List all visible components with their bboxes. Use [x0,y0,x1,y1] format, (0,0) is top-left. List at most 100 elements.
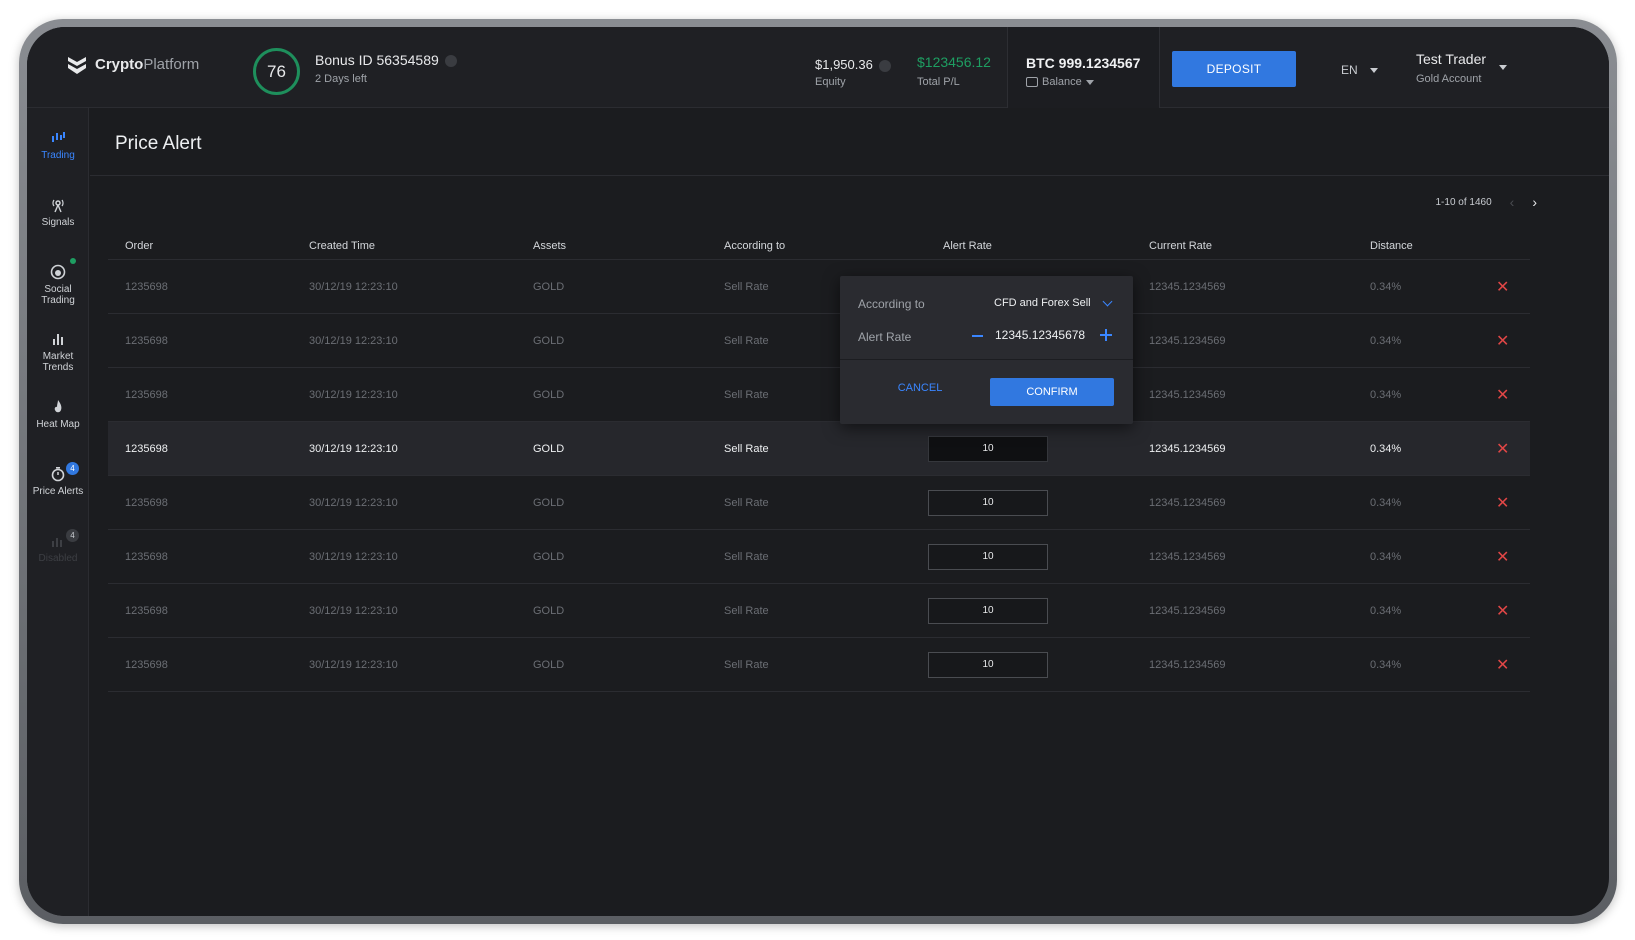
balance-selector[interactable]: BTC 999.1234567 Balance [1007,27,1160,108]
cancel-button[interactable]: CANCEL [880,382,960,394]
delete-icon[interactable]: ✕ [1496,655,1509,675]
delete-icon[interactable]: ✕ [1496,547,1509,567]
stopwatch-icon [51,467,65,482]
sidebar-item-market-trends[interactable]: Market Trends [27,331,89,373]
asset: GOLD [533,658,565,671]
according-to: Sell Rate [724,442,769,455]
created-time: 30/12/19 12:23:10 [309,550,398,563]
asset: GOLD [533,280,565,293]
user-menu-chevron-icon[interactable] [1499,65,1507,70]
current-rate: 12345.1234569 [1149,334,1226,347]
alert-rate-field[interactable]: 10 [928,597,1048,624]
logo-icon [68,57,86,74]
alert-rate-input[interactable]: 12345.12345678 [995,328,1085,342]
according-to: Sell Rate [724,658,769,671]
bar-chart-icon [53,334,63,345]
sidebar-item-price-alerts[interactable]: 4 Price Alerts [27,462,89,497]
bonus-time-left: 2 Days left [315,73,367,85]
user-name[interactable]: Test Trader [1416,51,1486,67]
order-id: 1235698 [125,334,168,347]
previous-page-icon[interactable]: ‹ [1510,194,1515,210]
price-alert-table: Order Created Time Assets According to A… [108,214,1530,692]
table-row-selected[interactable]: 1235698 30/12/19 12:23:10 GOLD Sell Rate… [108,422,1530,476]
header-distance[interactable]: Distance [1370,240,1413,252]
online-indicator [70,258,76,264]
page-header: Price Alert [90,108,1609,176]
distance: 0.34% [1370,604,1402,617]
deposit-button[interactable]: DEPOSIT [1172,51,1296,87]
sidebar-item-heat-map[interactable]: Heat Map [27,399,89,430]
social-face-icon [50,264,66,280]
edit-alert-popup: According to CFD and Forex Sell Alert Ra… [840,276,1133,424]
delete-icon[interactable]: ✕ [1496,439,1509,459]
balance-label-row: Balance [1026,76,1094,88]
next-page-icon[interactable]: › [1532,194,1537,210]
current-rate: 12345.1234569 [1149,550,1226,563]
pagination-range: 1-10 of 1460 [1435,196,1492,208]
order-id: 1235698 [125,388,168,401]
according-to: Sell Rate [724,388,769,401]
created-time: 30/12/19 12:23:10 [309,442,398,455]
current-rate: 12345.1234569 [1149,442,1226,455]
order-id: 1235698 [125,280,168,293]
sidebar-item-trading[interactable]: Trading [27,130,89,161]
bonus-score: 76 [267,61,286,81]
top-bar: CryptoPlatform 76 Bonus ID 56354589 2 Da… [27,27,1609,108]
equity-info-icon[interactable] [878,59,891,72]
minus-icon[interactable] [972,335,983,337]
plus-icon[interactable] [1100,329,1112,341]
distance: 0.34% [1370,496,1402,509]
table-row[interactable]: 1235698 30/12/19 12:23:10 GOLD Sell Rate… [108,260,1530,314]
created-time: 30/12/19 12:23:10 [309,658,398,671]
flame-icon [54,400,62,413]
alert-rate-field[interactable]: 10 [928,651,1048,678]
header-alert-rate[interactable]: Alert Rate [943,240,992,252]
table-header: Order Created Time Assets According to A… [108,214,1530,260]
distance: 0.34% [1370,388,1402,401]
sidebar-item-social-trading[interactable]: Social Trading [27,258,89,306]
bonus-score-ring[interactable]: 76 [253,48,300,95]
header-according-to[interactable]: According to [724,240,785,252]
alert-rate-field[interactable]: 10 [928,435,1048,462]
chevron-down-icon [1085,79,1094,85]
according-to: Sell Rate [724,334,769,347]
logo-text: CryptoPlatform [95,56,200,73]
current-rate: 12345.1234569 [1149,658,1226,671]
asset: GOLD [533,334,565,347]
logo[interactable]: CryptoPlatform [65,53,199,77]
equity-value: $1,950.36 [815,57,891,72]
table-row[interactable]: 1235698 30/12/19 12:23:10 GOLD Sell Rate… [108,476,1530,530]
order-id: 1235698 [125,550,168,563]
table-row[interactable]: 1235698 30/12/19 12:23:10 GOLD Sell Rate… [108,584,1530,638]
popup-form: According to CFD and Forex Sell Alert Ra… [840,276,1133,360]
equity-label: Equity [815,76,846,88]
delete-icon[interactable]: ✕ [1496,331,1509,351]
created-time: 30/12/19 12:23:10 [309,280,398,293]
delete-icon[interactable]: ✕ [1496,277,1509,297]
table-row[interactable]: 1235698 30/12/19 12:23:10 GOLD Sell Rate… [108,638,1530,692]
header-assets[interactable]: Assets [533,240,566,252]
confirm-button[interactable]: CONFIRM [990,378,1114,406]
according-to-select[interactable]: CFD and Forex Sell [990,290,1120,316]
alert-rate-field[interactable]: 10 [928,489,1048,516]
distance: 0.34% [1370,280,1402,293]
asset: GOLD [533,496,565,509]
info-icon[interactable] [444,55,457,68]
bonus-id: Bonus ID 56354589 [315,52,457,68]
trading-chart-icon [52,132,65,142]
alert-rate-field[interactable]: 10 [928,543,1048,570]
table-row[interactable]: 1235698 30/12/19 12:23:10 GOLD Sell Rate… [108,530,1530,584]
sidebar-item-disabled: 4 Disabled [38,529,79,564]
sidebar-item-signals[interactable]: Signals [27,197,89,228]
header-created-time[interactable]: Created Time [309,240,375,252]
delete-icon[interactable]: ✕ [1496,601,1509,621]
header-order[interactable]: Order [125,240,153,252]
delete-icon[interactable]: ✕ [1496,385,1509,405]
table-row[interactable]: 1235698 30/12/19 12:23:10 GOLD Sell Rate… [108,368,1530,422]
delete-icon[interactable]: ✕ [1496,493,1509,513]
header-current-rate[interactable]: Current Rate [1149,240,1212,252]
language-selector[interactable]: EN [1341,63,1378,77]
distance: 0.34% [1370,334,1402,347]
app-screen: CryptoPlatform 76 Bonus ID 56354589 2 Da… [27,27,1609,916]
table-row[interactable]: 1235698 30/12/19 12:23:10 GOLD Sell Rate… [108,314,1530,368]
